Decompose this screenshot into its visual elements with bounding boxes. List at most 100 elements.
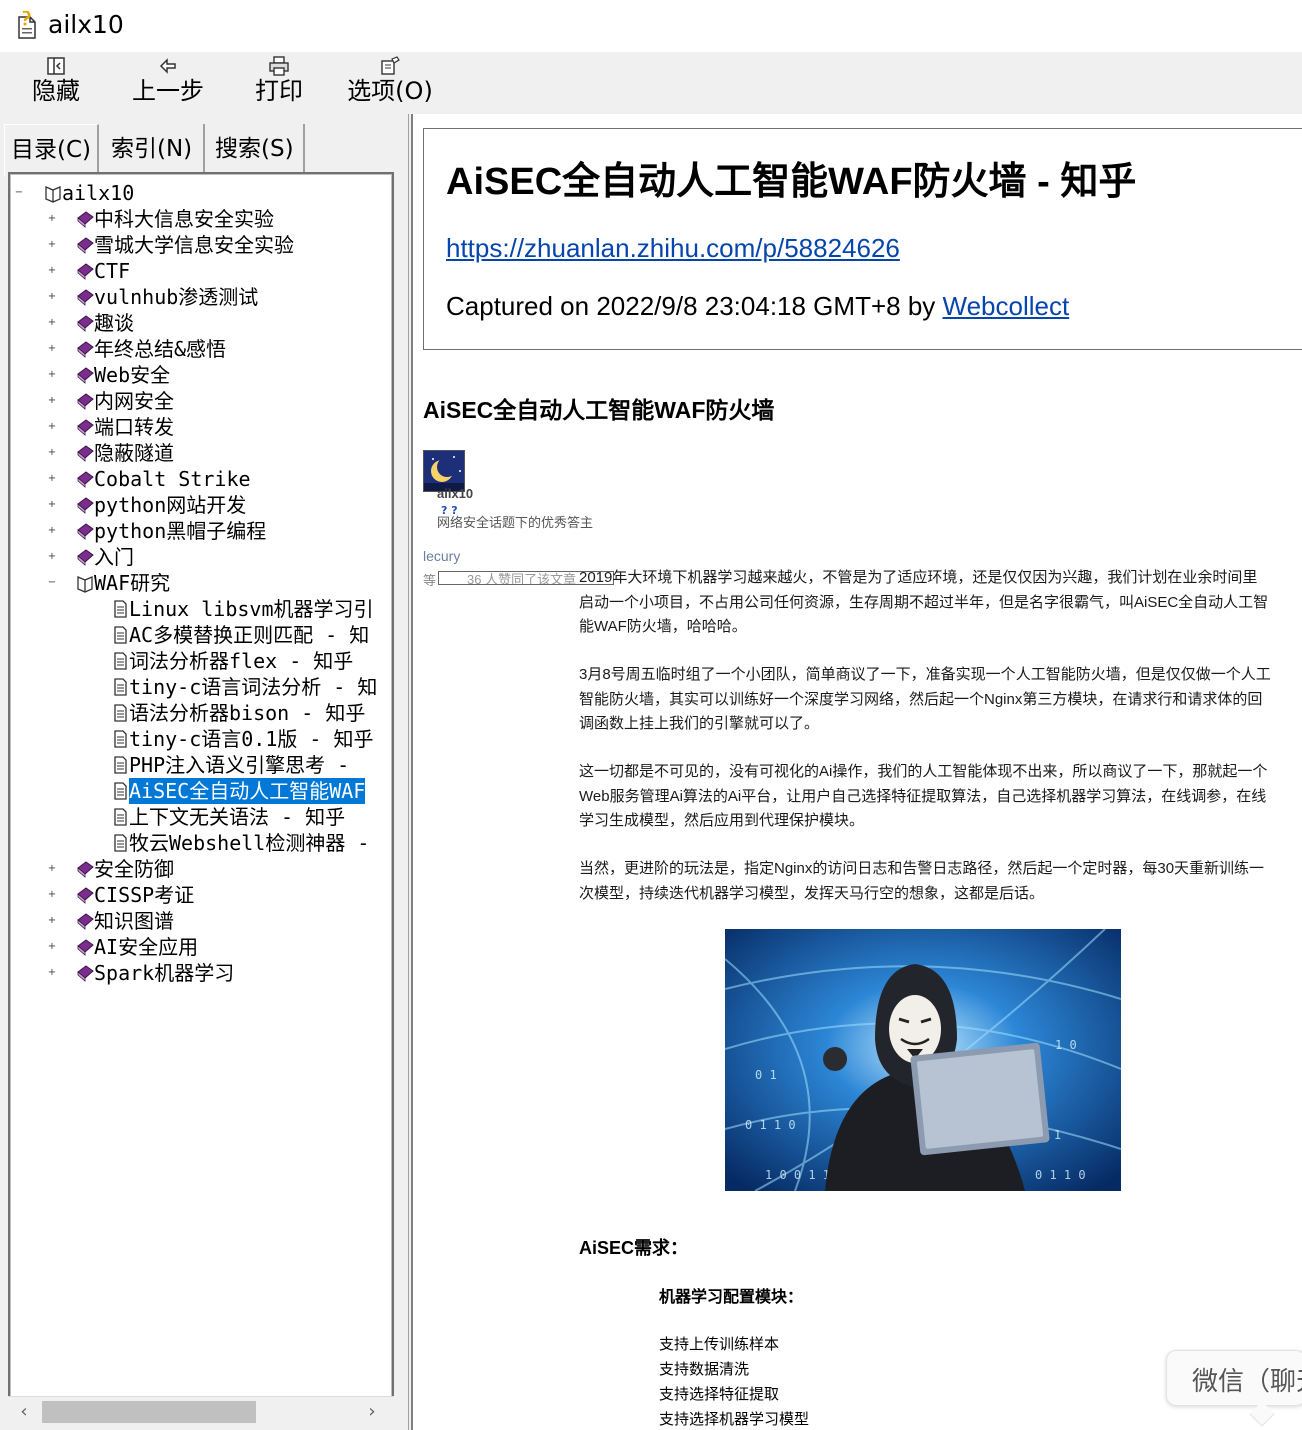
tree-page[interactable]: PHP注入语义引擎思考 - xyxy=(10,752,390,778)
tree-item-label: PHP注入语义引擎思考 - xyxy=(129,753,350,777)
hide-button[interactable]: 隐藏 xyxy=(30,56,82,110)
scrollbar-thumb[interactable] xyxy=(42,1401,256,1423)
tree-folder[interactable]: + python网站开发 xyxy=(10,492,390,518)
tree-page[interactable]: tiny-c语言0.1版 - 知乎 xyxy=(10,726,390,752)
back-button[interactable]: 上一步 xyxy=(130,56,206,110)
book-icon xyxy=(76,911,94,931)
tree-page[interactable]: 牧云Webshell检测神器 - xyxy=(10,830,390,856)
book-icon xyxy=(76,287,94,307)
feature-item: 支持上传训练样本 xyxy=(659,1336,780,1353)
expand-icon[interactable]: + xyxy=(47,318,57,328)
liker-link[interactable]: lecury xyxy=(423,548,460,564)
tree-item-label: 安全防御 xyxy=(94,857,174,881)
capture-header: AiSEC全自动人工智能WAF防火墙 - 知乎 https://zhuanlan… xyxy=(423,128,1302,350)
tree-item-label: 知识图谱 xyxy=(94,909,174,933)
options-button[interactable]: 选项(O) xyxy=(346,56,434,110)
expand-icon[interactable]: + xyxy=(47,292,57,302)
expand-icon[interactable]: + xyxy=(47,422,57,432)
tree-item-label: Cobalt Strike xyxy=(94,467,251,491)
tree-page[interactable]: 词法分析器flex - 知乎 xyxy=(10,648,390,674)
tree-item-label: 趣谈 xyxy=(94,311,134,335)
page-icon xyxy=(111,755,129,775)
tree-folder[interactable]: + 趣谈 xyxy=(10,310,390,336)
wechat-tooltip[interactable]: 微信（聊天 xyxy=(1166,1350,1302,1427)
tree-item-label: python黑帽子编程 xyxy=(94,519,267,543)
expand-icon[interactable]: + xyxy=(47,526,57,536)
hide-pane-icon xyxy=(47,57,65,75)
tree-root[interactable]: − ailx10 xyxy=(10,180,390,206)
tree-folder[interactable]: + 中科大信息安全实验 xyxy=(10,206,390,232)
tree-page[interactable]: 上下文无关语法 - 知乎 xyxy=(10,804,390,830)
expand-icon[interactable]: + xyxy=(47,266,57,276)
horizontal-scrollbar[interactable]: ‹ › xyxy=(8,1396,394,1426)
source-url-link[interactable]: https://zhuanlan.zhihu.com/p/58824626 xyxy=(446,231,900,265)
tree-folder[interactable]: + Web安全 xyxy=(10,362,390,388)
author-description: 网络安全话题下的优秀答主 xyxy=(437,515,594,530)
expand-icon[interactable]: + xyxy=(47,864,57,874)
tree-folder[interactable]: + 雪城大学信息安全实验 xyxy=(10,232,390,258)
scroll-left-icon[interactable]: ‹ xyxy=(12,1399,36,1425)
tree-folder[interactable]: + AI安全应用 xyxy=(10,934,390,960)
expand-icon[interactable]: + xyxy=(47,916,57,926)
tree-folder[interactable]: + vulnhub渗透测试 xyxy=(10,284,390,310)
tree-item-label: 端口转发 xyxy=(94,415,174,439)
author-name[interactable]: ailx10 xyxy=(437,486,473,501)
tree-item-label: AC多模替换正则匹配 - 知 xyxy=(129,623,370,647)
expand-icon[interactable]: + xyxy=(47,370,57,380)
expand-icon[interactable]: + xyxy=(47,240,57,250)
svg-text:1 0 0 1 1: 1 0 0 1 1 xyxy=(765,1168,830,1182)
tab-index[interactable]: 索引(N) xyxy=(105,124,205,176)
tree-page[interactable]: 语法分析器bison - 知乎 xyxy=(10,700,390,726)
tree-folder[interactable]: + 入门 xyxy=(10,544,390,570)
expand-icon[interactable]: + xyxy=(47,214,57,224)
hacker-laptop-image: 0 1 1 01 0 1 1 0 0 1 10 1 1 0 1 00 1 xyxy=(725,929,1121,1191)
tree-folder[interactable]: − WAF研究 xyxy=(10,570,390,596)
back-label: 上一步 xyxy=(132,77,204,105)
expand-icon[interactable]: + xyxy=(47,500,57,510)
tree-folder[interactable]: + python黑帽子编程 xyxy=(10,518,390,544)
feature-item: 支持选择机器学习模型 xyxy=(659,1411,810,1428)
expand-icon[interactable]: + xyxy=(47,552,57,562)
print-button[interactable]: 打印 xyxy=(254,56,304,110)
expand-icon[interactable]: + xyxy=(47,396,57,406)
tree-folder[interactable]: + 安全防御 xyxy=(10,856,390,882)
tree-page[interactable]: tiny-c语言词法分析 - 知 xyxy=(10,674,390,700)
tree-folder[interactable]: + 年终总结&感悟 xyxy=(10,336,390,362)
tree-folder[interactable]: + 知识图谱 xyxy=(10,908,390,934)
page-icon xyxy=(111,729,129,749)
article-paragraph: 2019年大环境下机器学习越来越火，不管是为了适应环境，还是仅仅因为兴趣，我们计… xyxy=(579,569,1269,635)
tree-item-label: 隐蔽隧道 xyxy=(94,441,174,465)
tab-search[interactable]: 搜索(S) xyxy=(209,124,305,176)
tree-page[interactable]: Linux libsvm机器学习引 xyxy=(10,596,390,622)
feature-item: 支持选择特征提取 xyxy=(659,1386,780,1403)
expand-icon[interactable]: + xyxy=(47,890,57,900)
captured-info: Captured on 2022/9/8 23:04:18 GMT+8 by W… xyxy=(446,289,1069,323)
tree-folder[interactable]: + CTF xyxy=(10,258,390,284)
expand-icon[interactable]: + xyxy=(47,344,57,354)
tab-contents[interactable]: 目录(C) xyxy=(4,124,99,176)
webcollect-link[interactable]: Webcollect xyxy=(943,291,1070,321)
scroll-right-icon[interactable]: › xyxy=(360,1399,384,1425)
page-icon xyxy=(111,651,129,671)
tree-page[interactable]: AC多模替换正则匹配 - 知 xyxy=(10,622,390,648)
article-paragraph: 这一切都是不可见的，没有可视化的Ai操作，我们的人工智能体现不出来，所以商议了一… xyxy=(579,763,1268,829)
expand-icon[interactable]: + xyxy=(47,968,57,978)
tree-folder[interactable]: + 端口转发 xyxy=(10,414,390,440)
collapse-icon[interactable]: − xyxy=(14,188,24,198)
expand-icon[interactable]: + xyxy=(47,474,57,484)
tree-folder[interactable]: + Cobalt Strike xyxy=(10,466,390,492)
tree-folder[interactable]: + 内网安全 xyxy=(10,388,390,414)
tree-folder[interactable]: + 隐蔽隧道 xyxy=(10,440,390,466)
tree-item-label: 词法分析器flex - 知乎 xyxy=(129,649,354,673)
book-icon xyxy=(76,339,94,359)
tree-folder[interactable]: + CISSP考证 xyxy=(10,882,390,908)
printer-icon xyxy=(269,56,289,76)
expand-icon[interactable]: + xyxy=(47,448,57,458)
like-summary: 等 36 人赞同了该文章 xyxy=(423,570,614,589)
expand-icon[interactable]: + xyxy=(47,942,57,952)
tree-page[interactable]: AiSEC全自动人工智能WAF xyxy=(10,777,390,805)
contents-tree: − ailx10 + 中科大信息安全实验 + 雪城大学信息安全实验 + CTF + vulnhub… xyxy=(8,172,394,1424)
page-title: AiSEC全自动人工智能WAF防火墙 - 知乎 xyxy=(446,161,1137,203)
tree-folder[interactable]: + Spark机器学习 xyxy=(10,960,390,986)
collapse-icon[interactable]: − xyxy=(47,578,57,588)
